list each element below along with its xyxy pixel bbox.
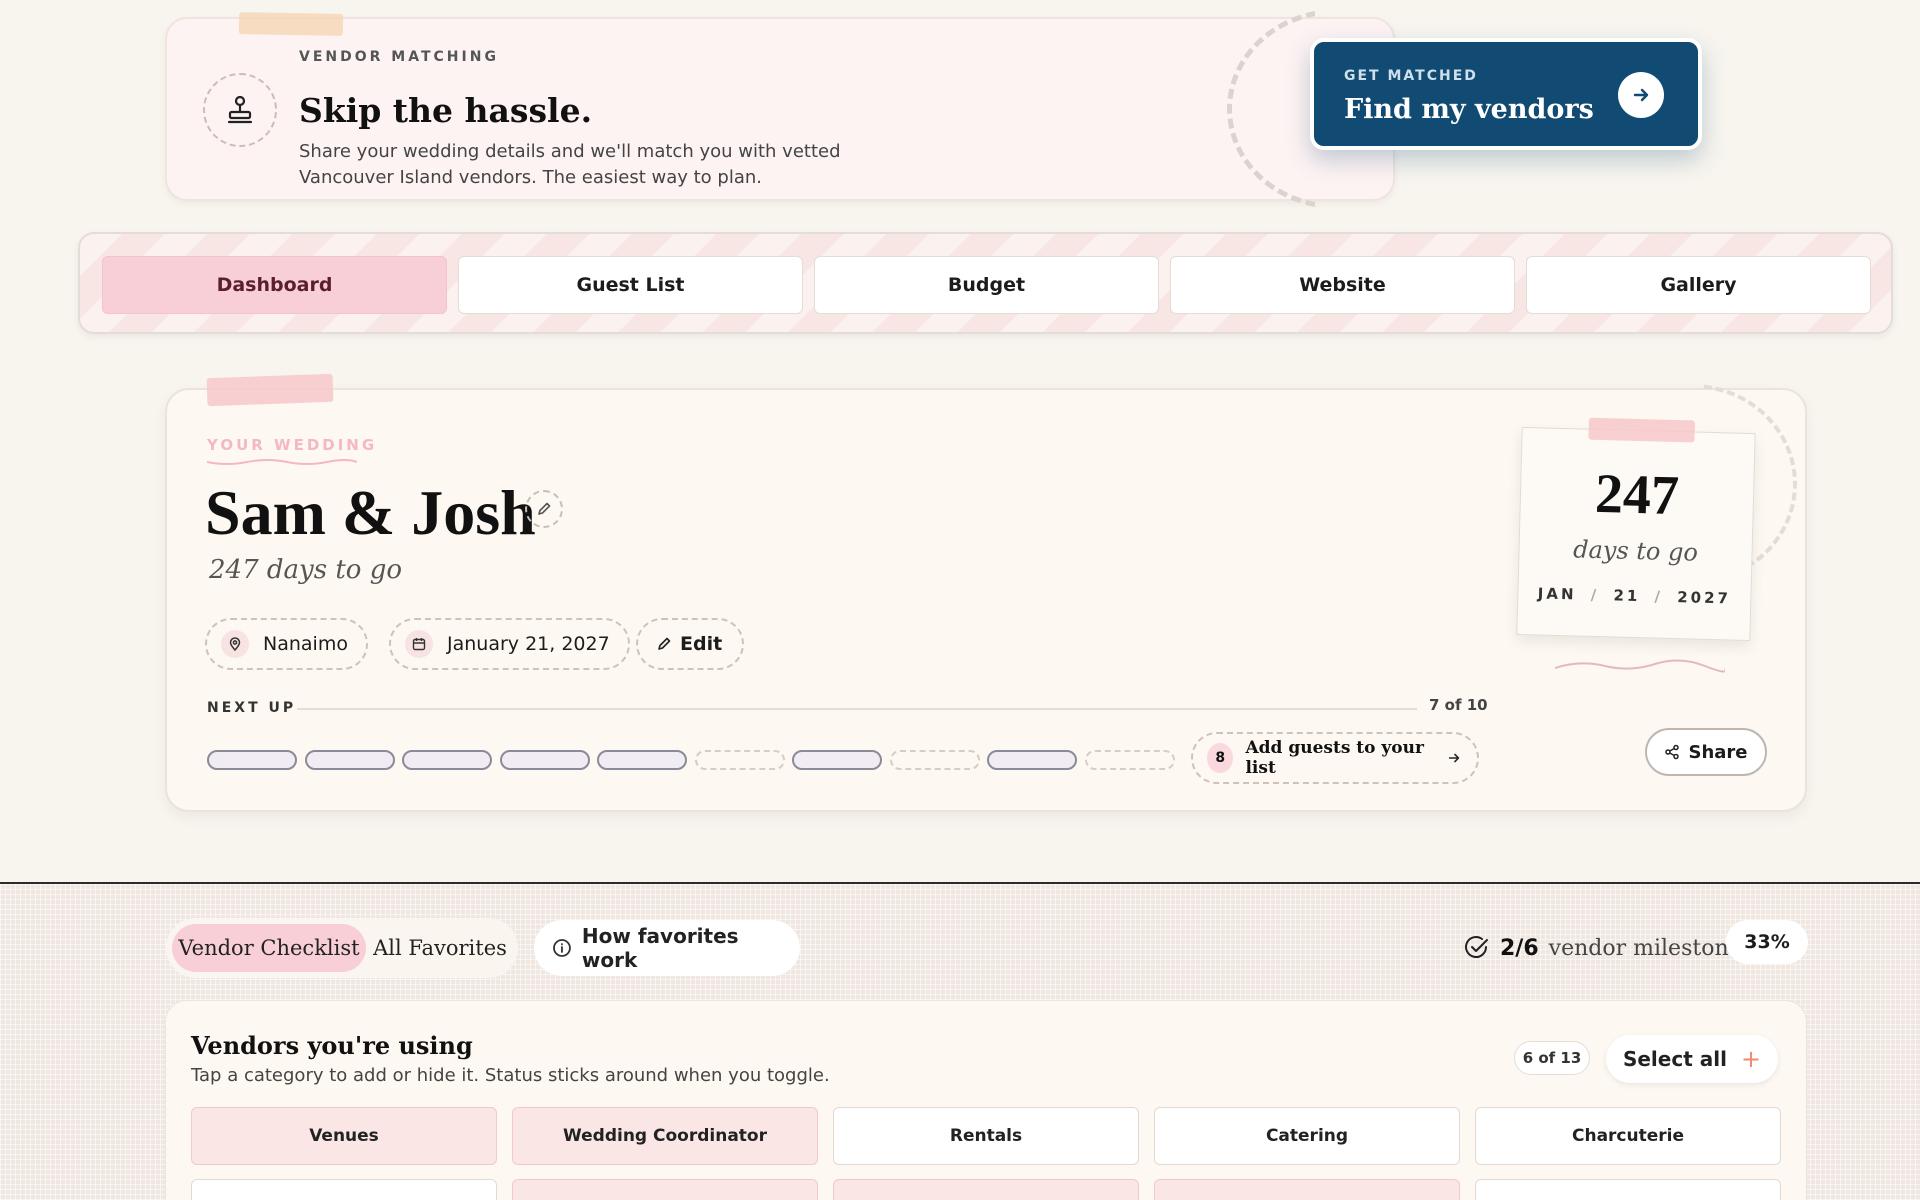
progress-step <box>597 750 687 770</box>
pencil-icon <box>538 502 551 515</box>
toggle-vendor-checklist[interactable]: Vendor Checklist <box>172 924 366 972</box>
location-pin-icon <box>221 630 249 658</box>
days-to-go-subtitle: 247 days to go <box>209 555 402 585</box>
select-all-button[interactable]: Select all + <box>1606 1035 1778 1083</box>
share-icon <box>1665 744 1680 760</box>
progress-count: 7 of 10 <box>1429 696 1488 714</box>
vendor-milestones: 2/6 vendor milestones <box>1464 922 1753 974</box>
category-button[interactable] <box>1475 1179 1781 1200</box>
share-button[interactable]: Share <box>1645 728 1767 776</box>
category-button[interactable] <box>512 1179 818 1200</box>
arrow-right-icon <box>1618 72 1664 118</box>
decorative-tape <box>238 12 344 36</box>
category-button[interactable]: Wedding Coordinator <box>512 1107 818 1165</box>
vendors-using-card: Vendors you're using Tap a category to a… <box>165 1000 1807 1200</box>
category-button[interactable]: Venues <box>191 1107 497 1165</box>
countdown-days: 247 <box>1594 462 1680 528</box>
couple-names: Sam & Josh <box>205 477 536 548</box>
next-task-button[interactable]: 8 Add guests to your list <box>1191 732 1479 784</box>
milestones-count: 2/6 <box>1500 935 1539 961</box>
how-favorites-label: How favorites work <box>581 924 739 972</box>
location-pill[interactable]: Nanaimo <box>205 618 368 670</box>
decorative-squiggle <box>207 459 357 465</box>
select-all-label: Select all <box>1622 1047 1727 1071</box>
banner-description: Share your wedding details and we'll mat… <box>299 141 841 188</box>
progress-step <box>499 750 590 770</box>
find-vendors-button[interactable]: GET MATCHED Find my vendors <box>1310 38 1702 150</box>
next-task-number: 8 <box>1207 743 1234 773</box>
share-label: Share <box>1688 741 1748 763</box>
edit-names-button[interactable] <box>525 490 563 528</box>
category-button[interactable]: Catering <box>1154 1107 1460 1165</box>
date-text: January 21, 2027 <box>447 633 610 655</box>
edit-details-button[interactable]: Edit <box>636 618 745 670</box>
check-circle-icon <box>1465 936 1488 958</box>
info-icon <box>553 939 571 957</box>
wedding-card: YOUR WEDDING Sam & Josh 247 days to go N… <box>165 373 1807 812</box>
vendors-card-title: Vendors you're using <box>191 1031 473 1060</box>
progress-step <box>207 750 297 770</box>
how-favorites-work-button[interactable]: How favorites work <box>534 920 800 976</box>
progress-step <box>402 750 492 770</box>
edit-label: Edit <box>680 633 723 655</box>
plus-icon: + <box>1740 1045 1762 1073</box>
cta-eyebrow: GET MATCHED <box>1344 68 1478 84</box>
decorative-squiggle <box>1555 659 1725 673</box>
category-button[interactable]: Rentals <box>833 1107 1139 1165</box>
next-up-divider <box>297 708 1417 710</box>
calendar-icon <box>405 630 433 658</box>
category-button[interactable] <box>833 1179 1139 1200</box>
vendor-section: Vendor Checklist All Favorites How favor… <box>0 884 1920 1200</box>
countdown-year: 2027 <box>1677 588 1732 608</box>
next-task-label: Add guests to your list <box>1245 738 1424 778</box>
tab-website[interactable]: Website <box>1170 256 1515 314</box>
vendor-view-toggle: Vendor Checklist All Favorites <box>166 918 518 978</box>
countdown-month: JAN <box>1537 584 1577 604</box>
progress-step <box>889 750 980 770</box>
progress-step <box>694 750 785 770</box>
main-tabs: Dashboard Guest List Budget Website Gall… <box>78 232 1893 334</box>
vendors-card-description: Tap a category to add or hide it. Status… <box>191 1065 830 1086</box>
arrow-right-icon <box>1448 753 1460 763</box>
pencil-icon <box>658 637 671 650</box>
milestones-percent: 33% <box>1726 920 1808 964</box>
countdown-date: JAN / 21 / 2027 <box>1537 584 1732 608</box>
date-pill[interactable]: January 21, 2027 <box>389 618 630 670</box>
tab-dashboard[interactable]: Dashboard <box>102 256 447 314</box>
category-button[interactable]: Charcuterie <box>1475 1107 1781 1165</box>
tab-gallery[interactable]: Gallery <box>1526 256 1871 314</box>
progress-step <box>792 750 882 770</box>
countdown-day: 21 <box>1613 586 1641 606</box>
cta-label: Find my vendors <box>1344 94 1594 125</box>
countdown-caption: days to go <box>1572 535 1699 567</box>
toggle-all-favorites[interactable]: All Favorites <box>370 924 510 972</box>
your-wedding-eyebrow: YOUR WEDDING <box>207 436 378 454</box>
milestones-text: vendor milestones <box>1548 935 1753 961</box>
vendors-count-badge: 6 of 13 <box>1514 1041 1590 1075</box>
banner-eyebrow: VENDOR MATCHING <box>299 49 499 65</box>
tab-guest-list[interactable]: Guest List <box>458 256 803 314</box>
banner-title: Skip the hassle. <box>299 91 593 130</box>
stamp-icon <box>203 73 277 147</box>
tab-budget[interactable]: Budget <box>814 256 1159 314</box>
category-button[interactable] <box>191 1179 497 1200</box>
vendor-matching-banner: VENDOR MATCHING Skip the hassle. Share y… <box>165 9 1395 209</box>
category-button[interactable] <box>1154 1179 1460 1200</box>
countdown-note: 247 days to go JAN / 21 / 2027 <box>1516 417 1756 642</box>
location-text: Nanaimo <box>263 633 348 655</box>
decorative-tape <box>206 373 334 407</box>
decorative-tape <box>1588 417 1695 443</box>
next-up-label: NEXT UP <box>207 700 297 716</box>
progress-step <box>1084 750 1175 770</box>
progress-step <box>304 750 395 770</box>
progress-step <box>987 750 1077 770</box>
